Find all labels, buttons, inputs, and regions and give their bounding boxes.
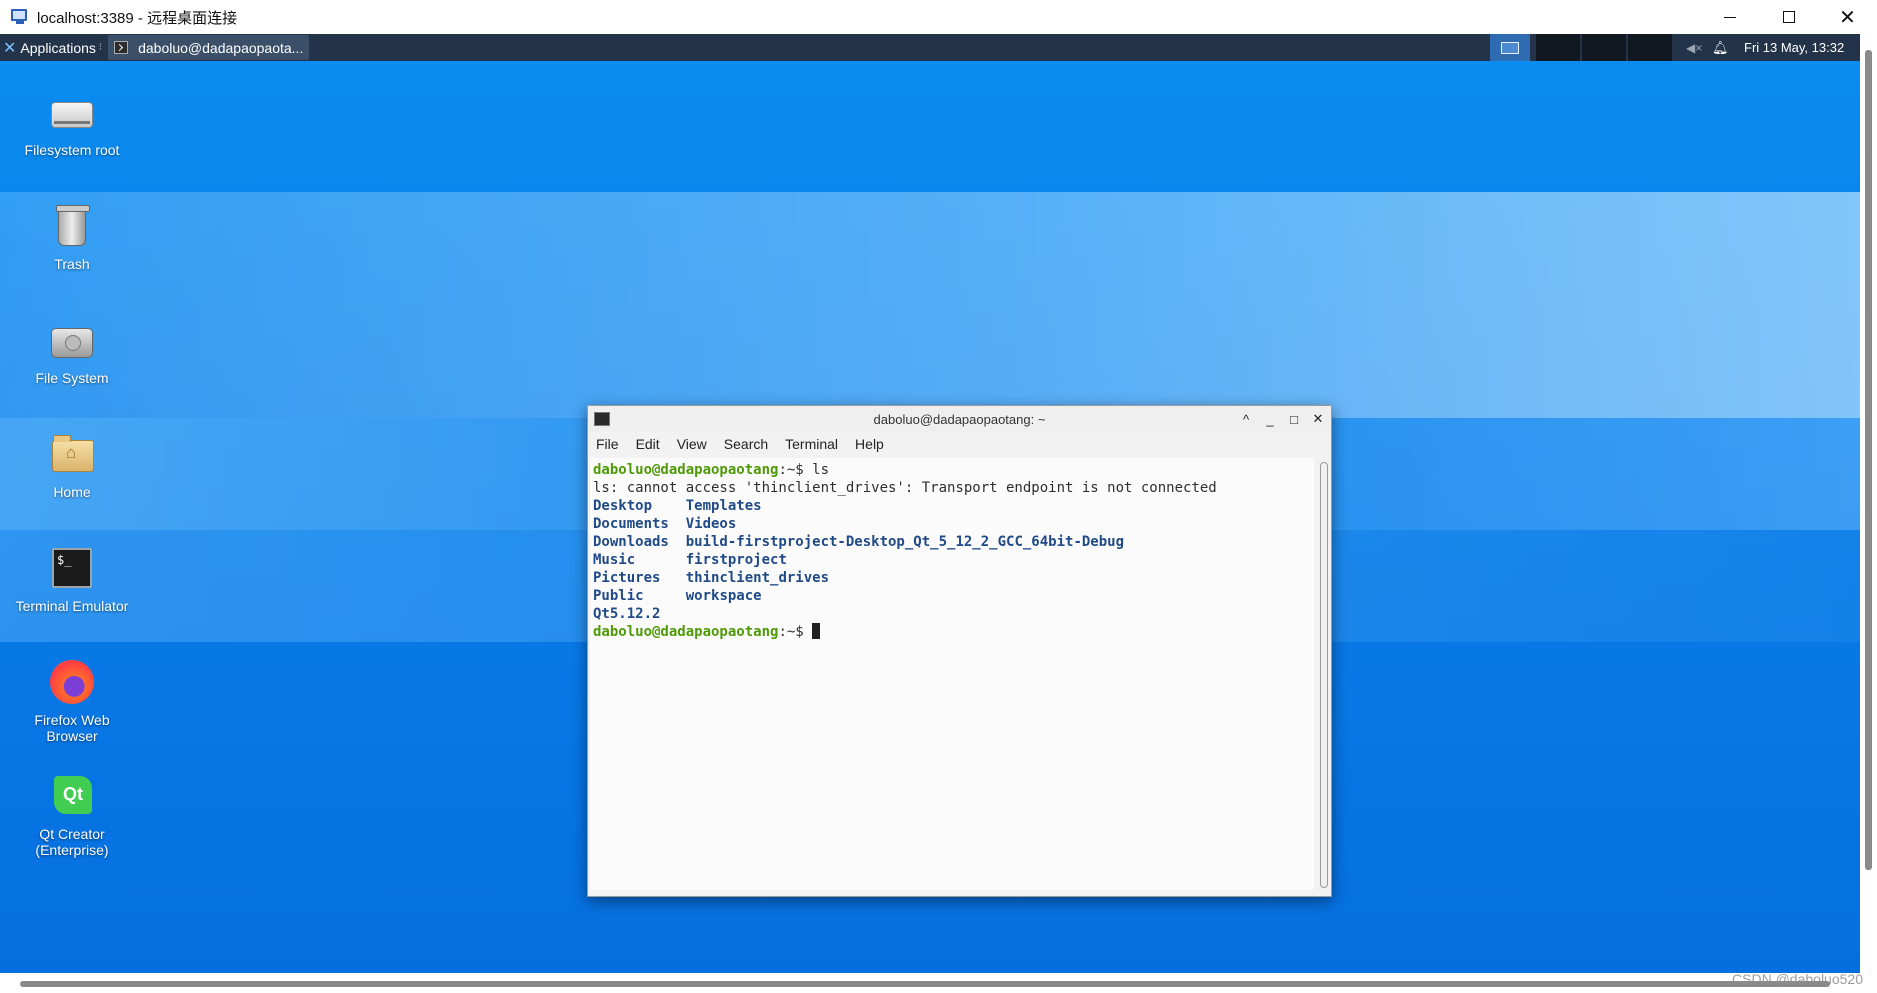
drive-icon <box>51 102 93 128</box>
desktop-icon-label: Terminal Emulator <box>15 598 129 614</box>
horizontal-scrollbar[interactable] <box>0 973 1860 993</box>
desktop-icon-terminal-emulator[interactable]: $_ Terminal Emulator <box>12 544 132 614</box>
listing-entry: Public <box>593 588 644 604</box>
menu-dots-icon: ⁝ <box>98 42 103 53</box>
listing-entry: Documents <box>593 516 669 532</box>
listing-entry: Desktop <box>593 498 653 514</box>
error-line: ls: cannot access 'thinclient_drives': T… <box>593 480 1217 496</box>
watermark: CSDN @daboluo520 <box>1732 971 1863 987</box>
tray-slot <box>1536 34 1580 61</box>
desktop-icon-qt-creator[interactable]: Qt Qt Creator (Enterprise) <box>12 772 132 858</box>
desktop-icon-filesystem-root[interactable]: Filesystem root <box>12 88 132 158</box>
desktop[interactable]: Filesystem root Trash File System Home $… <box>0 61 1860 973</box>
prompt-text: daboluo@dadapaopaotang <box>593 624 779 640</box>
menu-view[interactable]: View <box>677 436 707 452</box>
listing-entry: firstproject <box>685 552 787 568</box>
desktop-icon-file-system[interactable]: File System <box>12 316 132 386</box>
minimize-button[interactable]: _ <box>1263 412 1277 427</box>
maximize-button[interactable] <box>1759 0 1818 34</box>
listing-entry: Videos <box>685 516 737 532</box>
terminal-titlebar[interactable]: daboluo@dadapaopaotang: ~ ^ _ □ ✕ <box>588 406 1331 432</box>
terminal-icon <box>114 41 129 54</box>
maximize-button[interactable]: □ <box>1287 412 1301 427</box>
desktop-icon-trash[interactable]: Trash <box>12 202 132 272</box>
minimize-button[interactable] <box>1700 0 1759 34</box>
volume-muted-icon[interactable]: ◀× <box>1686 34 1702 61</box>
workspace-switcher[interactable] <box>1490 34 1530 61</box>
xfce-logo-icon: ✕ <box>3 39 17 57</box>
rdp-window-title: localhost:3389 - 远程桌面连接 <box>37 9 238 27</box>
workspace-icon <box>1501 41 1519 54</box>
desktop-icon-label: Trash <box>54 256 90 272</box>
tray-slot <box>1628 34 1672 61</box>
close-button[interactable]: ✕ <box>1818 0 1877 34</box>
desktop-icon-label: Filesystem root <box>24 142 120 158</box>
listing-entry: Qt5.12.2 <box>593 606 661 622</box>
desktop-icon-firefox[interactable]: Firefox Web Browser <box>12 658 132 744</box>
scrollbar-thumb[interactable] <box>20 981 1830 987</box>
desktop-icon-home[interactable]: Home <box>12 430 132 500</box>
listing-entry: workspace <box>685 588 762 604</box>
taskbar-terminal-button[interactable]: daboluo@dadapaopaota... <box>108 35 310 60</box>
terminal-scrollbar[interactable] <box>1320 462 1328 888</box>
shade-button[interactable]: ^ <box>1239 412 1253 427</box>
hdd-icon <box>51 328 93 358</box>
terminal-icon <box>594 412 610 426</box>
menu-terminal[interactable]: Terminal <box>785 436 838 452</box>
qt-creator-icon: Qt <box>54 776 92 814</box>
top-panel: ✕ Applications ⁝ daboluo@dadapaopaota...… <box>0 34 1860 61</box>
terminal-menubar: File Edit View Search Terminal Help <box>588 432 1331 456</box>
remote-desktop-icon <box>11 9 29 25</box>
prompt-suffix: :~$ <box>778 462 813 478</box>
menu-search[interactable]: Search <box>724 436 768 452</box>
panel-clock[interactable]: Fri 13 May, 13:32 <box>1744 34 1844 61</box>
prompt-suffix: :~$ <box>778 624 813 640</box>
listing-entry: Downloads <box>593 534 669 550</box>
desktop-icon-label: File System <box>35 370 109 386</box>
taskbar-terminal-label: daboluo@dadapaopaota... <box>138 39 304 56</box>
tray-slot <box>1582 34 1626 61</box>
firefox-icon <box>50 660 94 704</box>
rdp-titlebar: localhost:3389 - 远程桌面连接 ✕ <box>0 0 1877 34</box>
terminal-output[interactable]: daboluo@dadapaopaotang:~$ ls ls: cannot … <box>590 458 1314 890</box>
desktop-icon-label: Firefox Web Browser <box>34 712 110 744</box>
trash-icon <box>56 205 90 246</box>
desktop-icon-label: Home <box>53 484 91 500</box>
applications-menu[interactable]: ✕ Applications ⁝ <box>0 34 106 61</box>
listing-entry: Templates <box>685 498 762 514</box>
menu-edit[interactable]: Edit <box>636 436 660 452</box>
terminal-window[interactable]: daboluo@dadapaopaotang: ~ ^ _ □ ✕ File E… <box>587 405 1332 897</box>
listing-entry: Pictures <box>593 570 661 586</box>
terminal-icon: $_ <box>52 548 92 588</box>
listing-entry: build-firstproject-Desktop_Qt_5_12_2_GCC… <box>685 534 1125 550</box>
desktop-icon-label: Qt Creator (Enterprise) <box>35 826 109 858</box>
wallpaper-band <box>0 192 1860 418</box>
prompt-text: daboluo@dadapaopaotang <box>593 462 779 478</box>
close-button[interactable]: ✕ <box>1311 411 1325 427</box>
command-text: ls <box>812 462 830 478</box>
scrollbar-thumb[interactable] <box>1865 50 1872 870</box>
home-folder-icon <box>52 435 94 472</box>
applications-label: Applications <box>20 39 96 56</box>
text-cursor <box>812 623 821 639</box>
terminal-title: daboluo@dadapaopaotang: ~ <box>873 411 1046 427</box>
listing-entry: Music <box>593 552 636 568</box>
menu-help[interactable]: Help <box>855 436 884 452</box>
notification-bell-icon[interactable]: 🔔︎ <box>1712 34 1729 61</box>
menu-file[interactable]: File <box>596 436 619 452</box>
listing-entry: thinclient_drives <box>685 570 830 586</box>
vertical-scrollbar[interactable] <box>1860 34 1877 993</box>
